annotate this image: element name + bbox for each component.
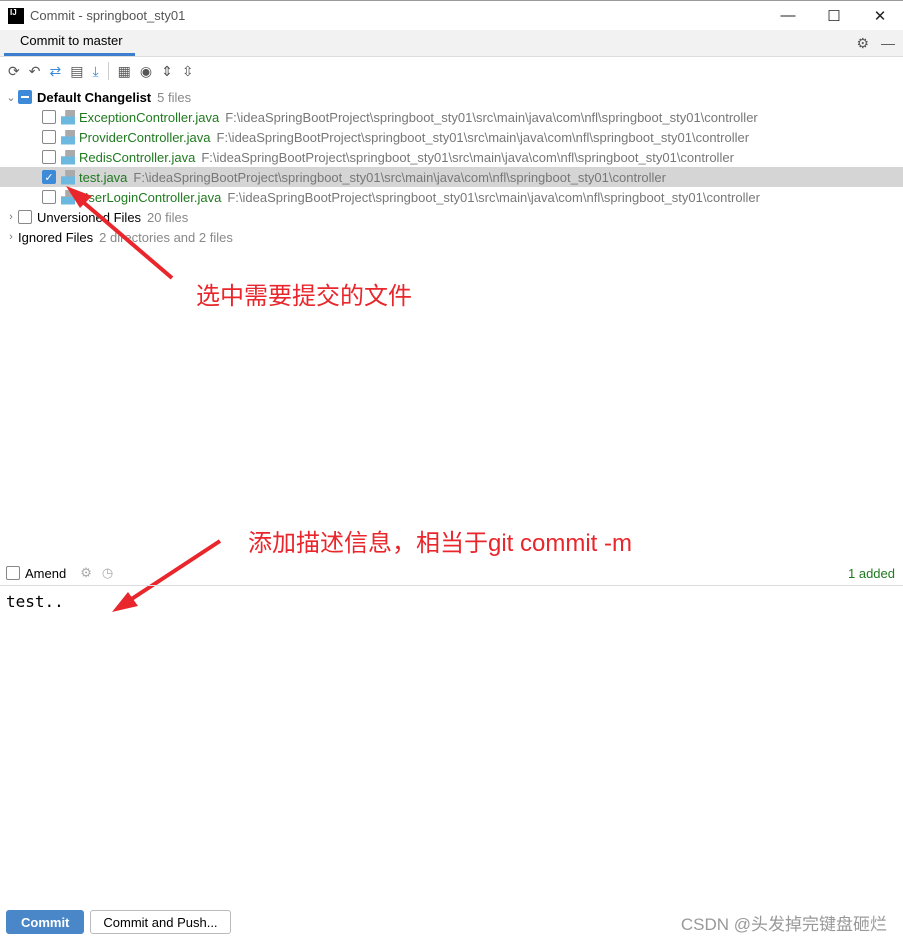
java-file-icon [61,169,75,185]
diff-icon[interactable]: ⇄ [49,63,61,80]
group-by-icon[interactable]: ▦ [118,63,131,80]
gear-icon[interactable]: ⚙ [80,565,92,581]
file-path: F:\ideaSpringBootProject\springboot_sty0… [227,189,760,205]
amend-label[interactable]: Amend [25,566,66,581]
changelist-name: Default Changelist [37,89,152,105]
file-row[interactable]: ✓ test.java F:\ideaSpringBootProject\sprin… [0,167,903,187]
file-row[interactable]: ExceptionController.java F:\ideaSpringBoo… [0,107,903,127]
file-path: F:\ideaSpringBootProject\springboot_sty0… [225,109,758,125]
unversioned-label: Unversioned Files [37,209,142,225]
file-checkbox[interactable]: ✓ [42,170,56,184]
toolbar: ⟳ ↶ ⇄ ▤ ⤓ ▦ ◉ ⇕ ⇳ [0,57,903,85]
ignored-count: 2 directories and 2 files [99,229,233,245]
changelist-row[interactable]: ⌄ Default Changelist 5 files [0,87,903,107]
chevron-right-icon[interactable]: › [4,231,18,243]
file-checkbox[interactable] [42,130,56,144]
file-path: F:\ideaSpringBootProject\springboot_sty0… [201,149,734,165]
file-checkbox[interactable] [42,110,56,124]
chevron-right-icon[interactable]: › [4,211,18,223]
added-count: 1 added [848,565,895,581]
refresh-icon[interactable]: ⟳ [8,63,20,80]
toolbar-divider [107,62,109,80]
java-file-icon [61,149,75,165]
file-name: ExceptionController.java [79,109,220,125]
minimize-button[interactable]: — [765,7,811,25]
commit-and-push-button[interactable]: Commit and Push... [90,910,231,934]
file-name: UserLoginController.java [79,189,222,205]
close-button[interactable]: ✕ [857,7,903,25]
amend-checkbox[interactable] [6,566,20,580]
tab-bar: Commit to master ⚙ — [0,30,903,57]
rollback-icon[interactable]: ↶ [29,63,41,80]
unversioned-checkbox[interactable] [18,210,32,224]
unversioned-count: 20 files [147,209,189,225]
unversioned-row[interactable]: › Unversioned Files 20 files [0,207,903,227]
amend-bar: Amend ⚙ ◷ 1 added [0,561,903,586]
changelist-checkbox[interactable] [18,90,32,104]
file-checkbox[interactable] [42,150,56,164]
file-path: F:\ideaSpringBootProject\springboot_sty0… [133,169,666,185]
commit-button[interactable]: Commit [6,910,85,934]
annotation-select: 选中需要提交的文件 [196,283,412,310]
expand-all-icon[interactable]: ⇕ [161,63,173,80]
ignored-label: Ignored Files [18,229,94,245]
update-icon[interactable]: ⤓ [92,63,98,80]
file-name: test.java [79,169,128,185]
java-file-icon [61,109,75,125]
window-title: Commit - springboot_sty01 [30,8,186,23]
commit-message-input[interactable]: test.. [6,592,64,611]
gear-icon[interactable]: ⚙ [856,35,869,52]
watermark: CSDN @头发掉完键盘砸烂 [680,915,887,934]
collapse-all-icon[interactable]: ⇳ [182,63,194,80]
chevron-down-icon[interactable]: ⌄ [4,91,18,104]
changes-tree: ⌄ Default Changelist 5 files ExceptionCo… [0,85,903,247]
view-options-icon[interactable]: ◉ [140,63,152,80]
arrowhead-describe [112,592,138,612]
java-file-icon [61,189,75,205]
tab-commit-to-master[interactable]: Commit to master [4,33,135,56]
minimize-panel-icon[interactable]: — [881,35,895,52]
clock-icon[interactable]: ◷ [102,565,113,581]
history-icon[interactable]: ▤ [70,63,83,80]
changelist-count: 5 files [157,89,192,105]
file-checkbox[interactable] [42,190,56,204]
file-path: F:\ideaSpringBootProject\springboot_sty0… [216,129,750,145]
file-name: RedisController.java [79,149,196,165]
file-name: ProviderController.java [79,129,211,145]
annotation-describe: 添加描述信息，相当于git commit -m [248,530,632,557]
ignored-row[interactable]: › Ignored Files 2 directories and 2 file… [0,227,903,247]
file-row[interactable]: UserLoginController.java F:\ideaSpringBoo… [0,187,903,207]
maximize-button[interactable]: ☐ [811,7,857,25]
app-logo: IJ [8,7,24,24]
file-row[interactable]: ProviderController.java F:\ideaSpringBoot… [0,127,903,147]
file-row[interactable]: RedisController.java F:\ideaSpringBootPro… [0,147,903,167]
java-file-icon [61,129,75,145]
title-bar: IJ Commit - springboot_sty01 — ☐ ✕ [0,0,903,30]
